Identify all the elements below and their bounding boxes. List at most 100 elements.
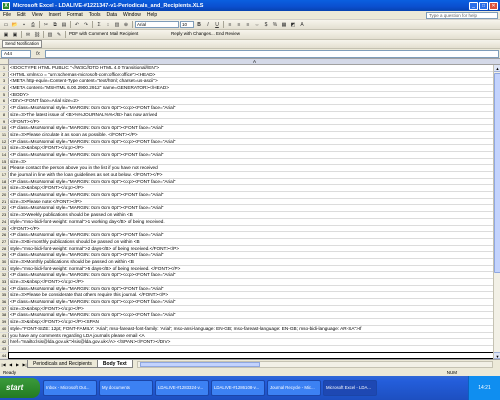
cell-a[interactable]: <!DOCTYPE HTML PUBLIC "-//W3C//DTD HTML … bbox=[9, 65, 493, 71]
print-icon[interactable]: ⎙ bbox=[29, 21, 37, 29]
review-toolbar[interactable]: Reply with Changes... End Review... bbox=[170, 31, 240, 38]
new-icon[interactable]: ▭ bbox=[2, 21, 10, 29]
cell-a[interactable]: size=3> bbox=[9, 159, 493, 165]
sheet-tab-periodicals[interactable]: Periodicals and Recipients bbox=[27, 360, 98, 368]
italic-icon[interactable]: I bbox=[204, 21, 212, 29]
close-button[interactable]: ✕ bbox=[489, 1, 498, 10]
cell-a[interactable]: size=3>&nbsp;</FONT></o:p></P> bbox=[9, 279, 493, 285]
link-icon[interactable]: ⛓ bbox=[33, 31, 41, 39]
cell-a[interactable]: style="mso-bidi-font-weight: normal">1 w… bbox=[9, 219, 493, 225]
row-number[interactable]: 16 bbox=[0, 165, 9, 171]
menu-tools[interactable]: Tools bbox=[86, 12, 104, 18]
scroll-up-icon[interactable]: ▲ bbox=[494, 65, 500, 72]
menu-edit[interactable]: Edit bbox=[14, 12, 29, 18]
name-box[interactable]: A44 bbox=[1, 49, 31, 58]
undo-icon[interactable]: ↶ bbox=[73, 21, 81, 29]
cell-a[interactable]: size=3>Please note:</FONT></P> bbox=[9, 199, 493, 205]
row-number[interactable]: 11 bbox=[0, 131, 9, 138]
row-number[interactable]: 2 bbox=[0, 71, 9, 78]
row-number[interactable]: 32 bbox=[0, 272, 9, 278]
cell-a[interactable]: <P class=MsoNormal style="MARGIN: 0cm 0c… bbox=[9, 192, 493, 198]
cell-a[interactable]: <P class=MsoNormal style="MARGIN: 0cm 0c… bbox=[9, 125, 493, 131]
save-icon[interactable]: ▪ bbox=[20, 21, 28, 29]
row-number[interactable]: 24 bbox=[0, 218, 9, 225]
select-all-corner[interactable] bbox=[0, 59, 9, 64]
row-number[interactable]: 39 bbox=[0, 319, 9, 325]
row-number[interactable]: 38 bbox=[0, 312, 9, 319]
task-excel[interactable]: Microsoft Excel - LDA... bbox=[323, 380, 377, 396]
align-left-icon[interactable]: ≡ bbox=[226, 21, 234, 29]
cell-a[interactable]: style="FONT-SIZE: 12pt; FONT-FAMILY: 'Ar… bbox=[9, 326, 493, 332]
cell-a[interactable]: <P class=MsoNormal style="MARGIN: 0cm 0c… bbox=[9, 232, 493, 238]
cell-a[interactable]: <HTML xmlns:o = "urn:schemas-microsoft-c… bbox=[9, 72, 493, 78]
row-number[interactable]: 10 bbox=[0, 125, 9, 131]
cell-a[interactable]: <P class=MsoNormal style="MARGIN: 0cm 0c… bbox=[9, 312, 493, 318]
task-journal-recycle[interactable]: Journal Recycle - Mic... bbox=[267, 380, 321, 396]
fill-color-icon[interactable]: ◩ bbox=[289, 21, 297, 29]
horizontal-scroll-thumb[interactable] bbox=[139, 361, 260, 367]
row-number[interactable]: 40 bbox=[0, 325, 9, 332]
row-number[interactable]: 29 bbox=[0, 252, 9, 258]
sheet-tab-body-text[interactable]: Body Text bbox=[96, 360, 133, 368]
cell-a[interactable]: <P class=MsoNormal style="MARGIN: 0cm 0c… bbox=[9, 286, 493, 292]
cell-a[interactable]: size=3>&nbsp;</FONT></o:p></P> bbox=[9, 306, 493, 312]
underline-icon[interactable]: U bbox=[213, 21, 221, 29]
next-sheet-icon[interactable]: ▶ bbox=[14, 361, 21, 368]
cell-a[interactable]: size=3>The latest issue of <B>%%JOURNAL%… bbox=[9, 112, 493, 118]
cell-a[interactable]: style="mso-bidi-font-weight: normal">2 d… bbox=[9, 246, 493, 252]
font-name-select[interactable]: Arial bbox=[135, 21, 179, 28]
font-color-icon[interactable]: A bbox=[298, 21, 306, 29]
row-number[interactable]: 26 bbox=[0, 232, 9, 238]
merge-icon[interactable]: ⇔ bbox=[253, 21, 261, 29]
horizontal-scrollbar[interactable] bbox=[136, 360, 493, 368]
cell-a[interactable]: size=3>Weekly publications should be pas… bbox=[9, 212, 493, 218]
open-icon[interactable]: 📂 bbox=[11, 21, 19, 29]
row-number[interactable]: 7 bbox=[0, 105, 9, 111]
row-number[interactable]: 35 bbox=[0, 292, 9, 299]
pdf-with-comments-button[interactable]: PDF with Comments bbox=[68, 31, 108, 38]
cell-a[interactable]: Please contact the person above you in t… bbox=[9, 165, 493, 171]
cell-a[interactable] bbox=[8, 351, 494, 359]
mail-recipient-button[interactable]: Mail Recipient bbox=[109, 31, 161, 38]
task-my-documents[interactable]: My documents bbox=[99, 380, 153, 396]
percent-icon[interactable]: % bbox=[271, 21, 279, 29]
row-number[interactable]: 17 bbox=[0, 172, 9, 178]
cell-a[interactable]: </FONT></P> bbox=[9, 119, 493, 125]
row-number[interactable]: 33 bbox=[0, 279, 9, 285]
minimize-button[interactable]: _ bbox=[469, 1, 478, 10]
cell-a[interactable]: <P class=MsoNormal style="MARGIN: 0cm 0c… bbox=[9, 152, 493, 158]
row-number[interactable]: 31 bbox=[0, 265, 9, 272]
row-number[interactable]: 21 bbox=[0, 198, 9, 205]
row-number[interactable]: 42 bbox=[0, 339, 9, 345]
row-number[interactable]: 9 bbox=[0, 118, 9, 125]
row-number[interactable]: 13 bbox=[0, 145, 9, 151]
row-number[interactable]: 27 bbox=[0, 238, 9, 245]
row-number[interactable]: 12 bbox=[0, 138, 9, 145]
cell-a[interactable]: size=3>&nbsp;</FONT></o:p></P> bbox=[9, 185, 493, 191]
row-number[interactable]: 14 bbox=[0, 151, 9, 158]
maximize-button[interactable]: □ bbox=[479, 1, 488, 10]
zoom-icon[interactable]: ⊕ bbox=[122, 21, 130, 29]
chart-icon[interactable]: ▥ bbox=[113, 21, 121, 29]
row-number[interactable]: 6 bbox=[0, 98, 9, 105]
cell-a[interactable]: size=3>Monthly publications should be pa… bbox=[9, 259, 493, 265]
row-number[interactable]: 20 bbox=[0, 192, 9, 198]
task-ldalive-1[interactable]: LDALIVE-#1283324-v... bbox=[155, 380, 209, 396]
redo-icon[interactable]: ↷ bbox=[82, 21, 90, 29]
sort-icon[interactable]: ↕ bbox=[104, 21, 112, 29]
row-number[interactable]: 8 bbox=[0, 111, 9, 118]
row-number[interactable]: 34 bbox=[0, 285, 9, 292]
menu-insert[interactable]: Insert bbox=[45, 12, 64, 18]
cell-a[interactable]: <META http-equiv=Content-Type content="t… bbox=[9, 78, 493, 84]
pdf-icon[interactable]: ▣ bbox=[2, 31, 10, 39]
cell-a[interactable]: <P class=MsoNormal style="MARGIN: 0cm 0c… bbox=[9, 105, 493, 111]
task-inbox[interactable]: Inbox - Microsoft Out... bbox=[43, 380, 97, 396]
cell-a[interactable]: size=3>Please be considerate that others… bbox=[9, 292, 493, 298]
send-notification-button[interactable]: Send Notification bbox=[2, 40, 43, 48]
cell-a[interactable]: the journal in line with the loan guidel… bbox=[9, 172, 493, 178]
paste-icon[interactable]: ▤ bbox=[60, 21, 68, 29]
row-number[interactable]: 44 bbox=[0, 352, 9, 359]
cell-a[interactable]: <P class=MsoNormal style="MARGIN: 0cm 0c… bbox=[9, 205, 493, 211]
cell-a[interactable]: <P class=MsoNormal style="MARGIN: 0cm 0c… bbox=[9, 252, 493, 258]
font-size-select[interactable]: 10 bbox=[180, 21, 194, 28]
